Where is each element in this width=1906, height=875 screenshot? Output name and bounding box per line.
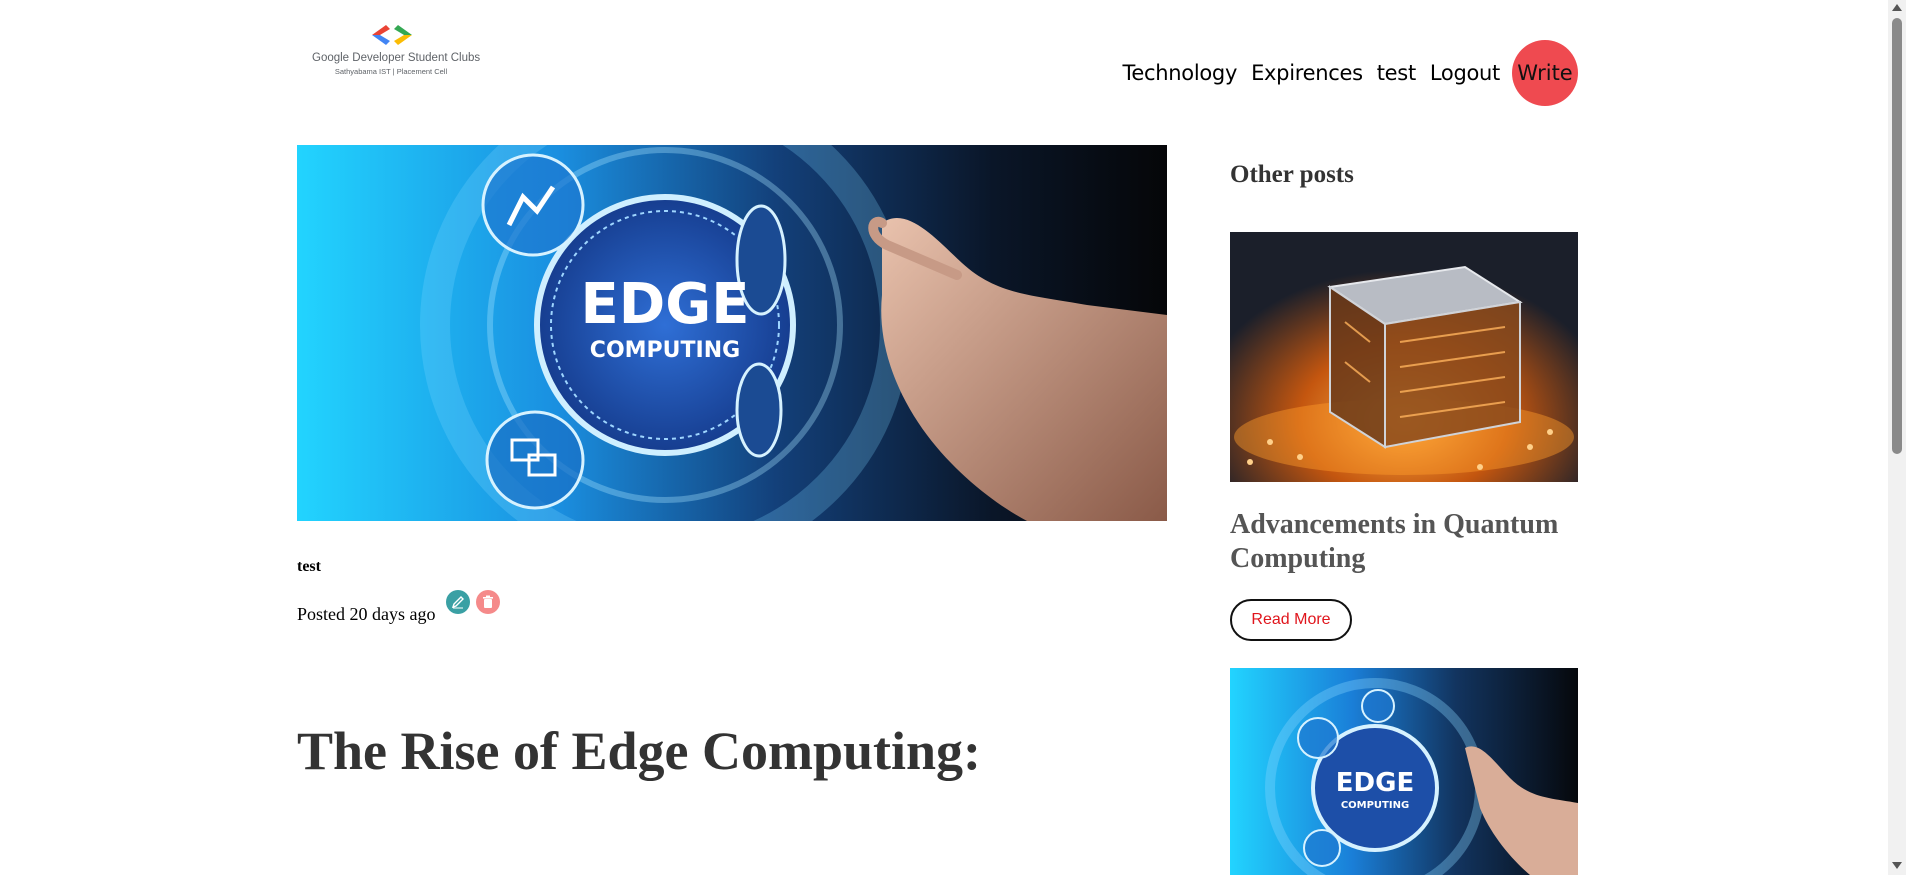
main-nav: Technology Expirences test Logout Write xyxy=(1108,40,1578,106)
sidebar-post-title[interactable]: Advancements in Quantum Computing xyxy=(1230,508,1578,576)
nav-link-experiences[interactable]: Expirences xyxy=(1251,61,1363,85)
nav-link-user[interactable]: test xyxy=(1377,61,1416,85)
post-author: test xyxy=(297,558,321,575)
code-brackets-icon xyxy=(372,25,412,45)
other-posts-heading: Other posts xyxy=(1230,161,1354,188)
scroll-down-arrow-icon[interactable] xyxy=(1892,862,1902,869)
nav-link-logout[interactable]: Logout xyxy=(1430,61,1500,85)
read-more-button[interactable]: Read More xyxy=(1230,599,1352,641)
delete-post-button[interactable] xyxy=(476,590,500,614)
post-title: The Rise of Edge Computing: xyxy=(297,721,982,781)
hero-text-computing: COMPUTING xyxy=(590,338,740,363)
pencil-icon xyxy=(451,596,464,609)
scroll-up-arrow-icon[interactable] xyxy=(1892,4,1902,11)
write-button[interactable]: Write xyxy=(1512,40,1578,106)
hero-text-edge: EDGE xyxy=(581,272,750,337)
nav-link-technology[interactable]: Technology xyxy=(1122,61,1237,85)
edit-post-button[interactable] xyxy=(446,590,470,614)
gdsc-logo[interactable]: Google Developer Student Clubs Sathyabam… xyxy=(312,20,481,82)
trash-icon xyxy=(483,595,493,608)
logo-brand-text: Google Developer Student Clubs xyxy=(312,52,481,64)
scrollbar-thumb[interactable] xyxy=(1892,18,1902,454)
sidebar-image-text-computing: COMPUTING xyxy=(1341,800,1409,811)
quantum-post-image[interactable] xyxy=(1230,232,1578,482)
logo-subtitle: Sathyabama IST | Placement Cell xyxy=(334,67,448,76)
page: Google Developer Student Clubs Sathyabam… xyxy=(0,0,1906,875)
vertical-scrollbar[interactable] xyxy=(1888,0,1906,875)
sidebar-image-text-edge: EDGE xyxy=(1336,768,1414,798)
post-date: Posted 20 days ago xyxy=(297,604,436,624)
edge-computing-post-image[interactable]: EDGE COMPUTING xyxy=(1230,668,1578,875)
post-hero-image: EDGE COMPUTING xyxy=(297,145,1167,521)
